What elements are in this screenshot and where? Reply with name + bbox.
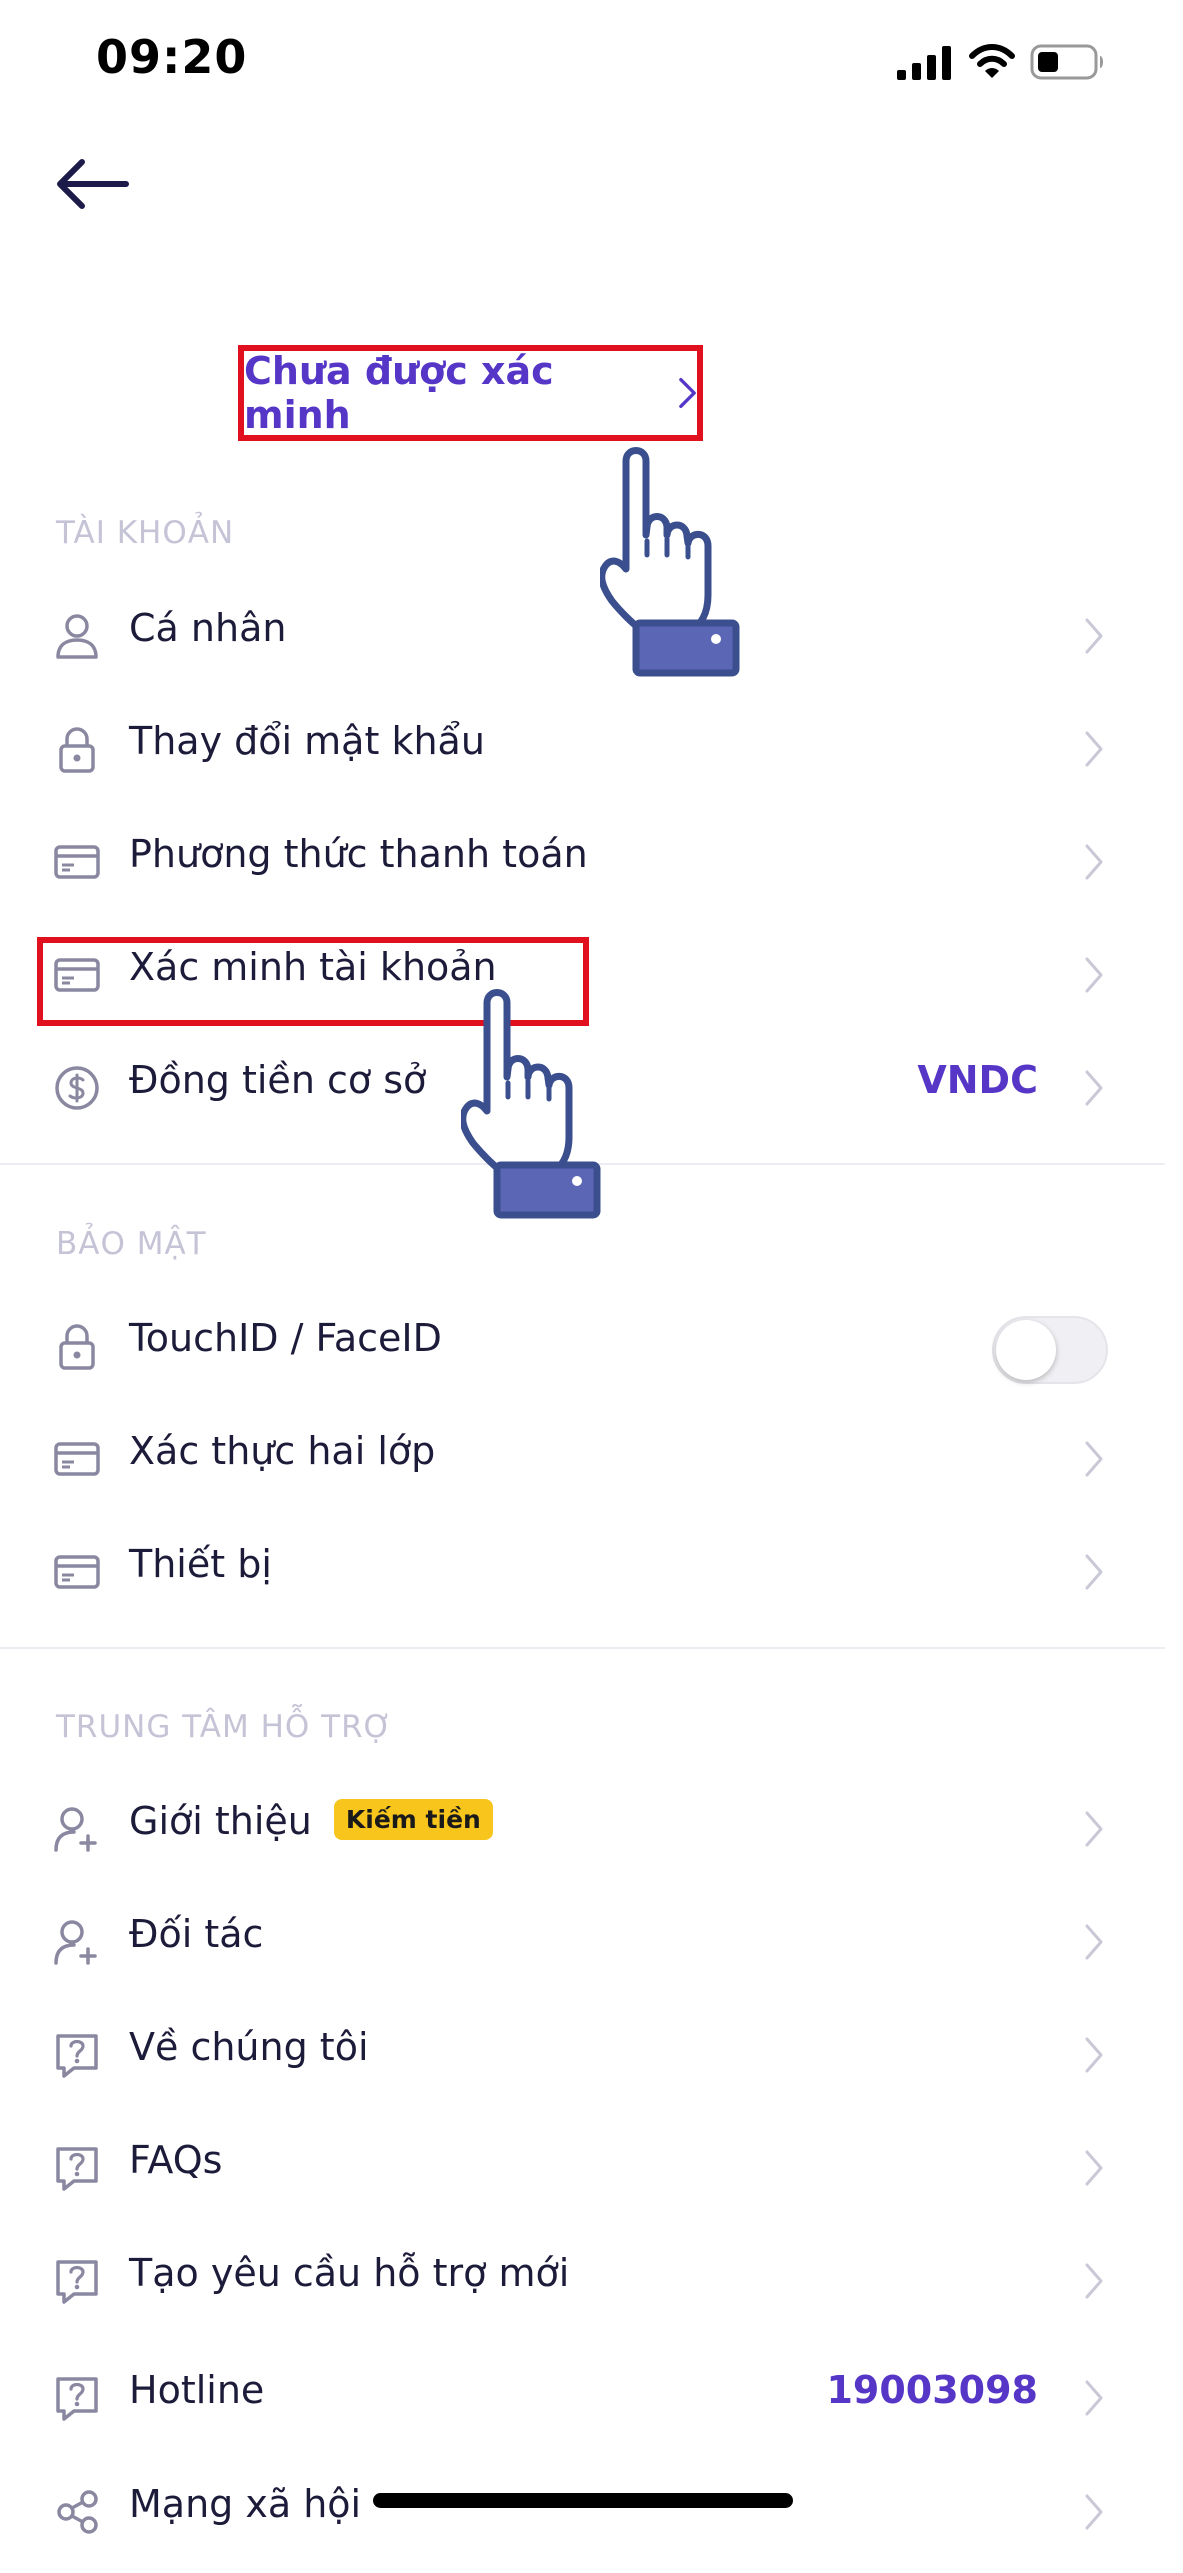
menu-item-faqs[interactable]: FAQs (0, 2116, 1183, 2229)
chevron-right-icon (1084, 956, 1104, 994)
chevron-right-icon (1084, 843, 1104, 881)
menu-item-label: Phương thức thanh toán (129, 832, 588, 876)
wifi-icon (969, 44, 1015, 78)
menu-item-label: Đồng tiền cơ sở (129, 1058, 427, 1102)
menu-item-label: Mạng xã hội (129, 2482, 362, 2526)
menu-item-label: Hotline (129, 2368, 265, 2412)
section-title-account: TÀI KHOẢN (56, 515, 235, 551)
menu-item-about-us[interactable]: Về chúng tôi (0, 2003, 1183, 2116)
user-plus-icon (52, 1917, 102, 1967)
pointing-hand-icon (600, 415, 750, 677)
pointing-hand-icon (461, 957, 611, 1219)
menu-item-personal[interactable]: Cá nhân (0, 584, 1183, 697)
card-icon (52, 837, 102, 887)
chevron-right-icon (1084, 2149, 1104, 2187)
touchid-faceid-toggle[interactable] (992, 1316, 1108, 1384)
chevron-right-icon (1084, 1810, 1104, 1848)
verification-status-label: Chưa được xác minh (244, 349, 554, 437)
menu-item-payment-methods[interactable]: Phương thức thanh toán (0, 810, 1183, 923)
base-currency-value: VNDC (917, 1058, 1038, 1102)
battery-icon (1030, 44, 1103, 80)
chevron-right-icon (1084, 617, 1104, 655)
earn-money-badge: Kiếm tiền (333, 1799, 493, 1840)
section-divider (0, 1647, 1165, 1649)
chevron-right-icon (1084, 2493, 1104, 2531)
chevron-right-icon (1084, 1440, 1104, 1478)
menu-item-label: Thiết bị (129, 1542, 272, 1586)
hotline-number: 19003098 (826, 2368, 1038, 2412)
signal-icon (897, 46, 951, 80)
section-title-security: BẢO MẬT (56, 1226, 207, 1262)
back-arrow-icon[interactable] (52, 152, 132, 216)
toggle-knob (996, 1320, 1056, 1380)
menu-item-label: TouchID / FaceID (129, 1316, 442, 1360)
lock-icon (52, 1321, 102, 1371)
chevron-right-icon (1084, 2036, 1104, 2074)
menu-item-change-password[interactable]: Thay đổi mật khẩu (0, 697, 1183, 810)
chevron-right-icon (1084, 1923, 1104, 1961)
help-icon (52, 2030, 102, 2080)
menu-item-new-support-request[interactable]: Tạo yêu cầu hỗ trợ mới (0, 2229, 1183, 2342)
menu-item-label: Giới thiệu Kiếm tiền (129, 1799, 493, 1844)
status-time: 09:20 (96, 30, 248, 84)
menu-item-partners[interactable]: Đối tác (0, 1890, 1183, 2003)
menu-item-label: Cá nhân (129, 606, 287, 650)
menu-item-label: Tạo yêu cầu hỗ trợ mới (129, 2251, 570, 2295)
chevron-right-icon (1084, 1069, 1104, 1107)
card-icon (52, 1434, 102, 1484)
menu-item-social-networks[interactable]: Mạng xã hội (0, 2460, 1183, 2573)
chevron-right-icon (1084, 1553, 1104, 1591)
user-icon (52, 611, 102, 661)
menu-item-label: Đối tác (129, 1912, 264, 1956)
user-plus-icon (52, 1804, 102, 1854)
help-icon (52, 2373, 102, 2423)
dollar-circle-icon (52, 1063, 102, 1113)
menu-item-label: Thay đổi mật khẩu (129, 719, 485, 763)
home-indicator (373, 2493, 793, 2508)
menu-item-two-factor-auth[interactable]: Xác thực hai lớp (0, 1407, 1183, 1520)
menu-item-label: Xác thực hai lớp (129, 1429, 436, 1473)
menu-item-label: Về chúng tôi (129, 2025, 369, 2069)
lock-icon (52, 724, 102, 774)
menu-item-label: FAQs (129, 2138, 223, 2182)
menu-item-hotline[interactable]: Hotline 19003098 (0, 2346, 1183, 2459)
help-icon (52, 2143, 102, 2193)
referral-label: Giới thiệu (129, 1799, 312, 1843)
share-icon (52, 2487, 102, 2537)
card-icon (52, 1547, 102, 1597)
chevron-right-icon (679, 377, 696, 409)
menu-item-referral[interactable]: Giới thiệu Kiếm tiền (0, 1777, 1183, 1890)
chevron-right-icon (1084, 2262, 1104, 2300)
help-icon (52, 2256, 102, 2306)
section-title-support: TRUNG TÂM HỖ TRỢ (56, 1709, 393, 1745)
menu-item-devices[interactable]: Thiết bị (0, 1520, 1183, 1633)
chevron-right-icon (1084, 730, 1104, 768)
chevron-right-icon (1084, 2379, 1104, 2417)
